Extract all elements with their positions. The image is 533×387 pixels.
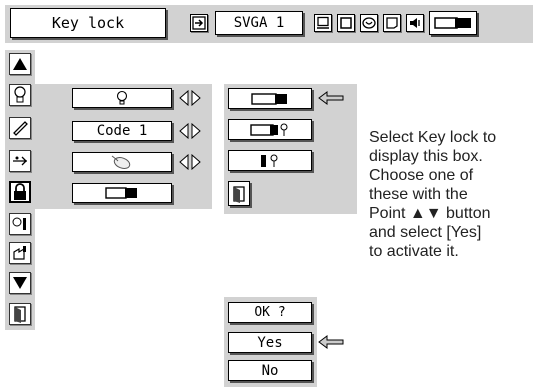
input-source-label: SVGA 1 bbox=[215, 11, 303, 35]
exit-door-icon bbox=[233, 185, 245, 203]
input-icon[interactable] bbox=[190, 14, 208, 32]
lamp-icon[interactable] bbox=[9, 84, 31, 106]
exit-door-icon[interactable] bbox=[9, 303, 31, 325]
key-lock-icon[interactable] bbox=[9, 181, 31, 203]
confirm-question: OK ? bbox=[228, 302, 312, 323]
remote-code-arrows[interactable] bbox=[178, 123, 202, 139]
option-projector-lock[interactable] bbox=[228, 119, 312, 140]
mouse-setting-field[interactable] bbox=[72, 152, 172, 172]
option-remote-lock[interactable] bbox=[228, 150, 312, 171]
mouse-icon bbox=[111, 155, 131, 169]
projector-icon bbox=[251, 92, 287, 105]
help-text: Select Key lock to display this box. Cho… bbox=[369, 129, 497, 260]
confirm-yes-button[interactable]: Yes bbox=[228, 332, 312, 353]
confirm-no-button[interactable]: No bbox=[228, 360, 312, 381]
remote-control-icon[interactable] bbox=[9, 117, 31, 139]
display-icon[interactable] bbox=[314, 14, 332, 32]
factory-default-icon[interactable] bbox=[9, 242, 31, 264]
projector-lock-icon bbox=[250, 123, 288, 136]
usb-icon[interactable] bbox=[9, 150, 31, 172]
lamp-setting-arrows[interactable] bbox=[178, 90, 202, 106]
option-exit[interactable] bbox=[228, 181, 250, 206]
lamp-counter-icon[interactable] bbox=[9, 213, 31, 235]
projector-icon bbox=[105, 187, 137, 199]
remote-lock-icon bbox=[261, 154, 278, 167]
remote-code-field[interactable]: Code 1 bbox=[72, 121, 172, 141]
sound-icon[interactable] bbox=[406, 14, 424, 32]
image-select-icon[interactable] bbox=[383, 14, 401, 32]
lamp-setting-field[interactable] bbox=[72, 88, 172, 108]
scroll-down-button[interactable] bbox=[9, 272, 31, 294]
mouse-setting-arrows[interactable] bbox=[178, 154, 202, 170]
pointer-arrow-icon bbox=[318, 335, 344, 349]
pointer-arrow-icon bbox=[318, 91, 344, 105]
image-adjust-icon[interactable] bbox=[360, 14, 378, 32]
menu-title: Key lock bbox=[10, 8, 166, 38]
scroll-up-button[interactable] bbox=[9, 53, 31, 75]
screen-icon[interactable] bbox=[337, 14, 355, 32]
key-lock-field[interactable] bbox=[72, 183, 172, 203]
option-unlocked[interactable] bbox=[228, 88, 312, 109]
bulb-icon bbox=[116, 90, 128, 105]
setting-icon[interactable] bbox=[429, 11, 477, 35]
